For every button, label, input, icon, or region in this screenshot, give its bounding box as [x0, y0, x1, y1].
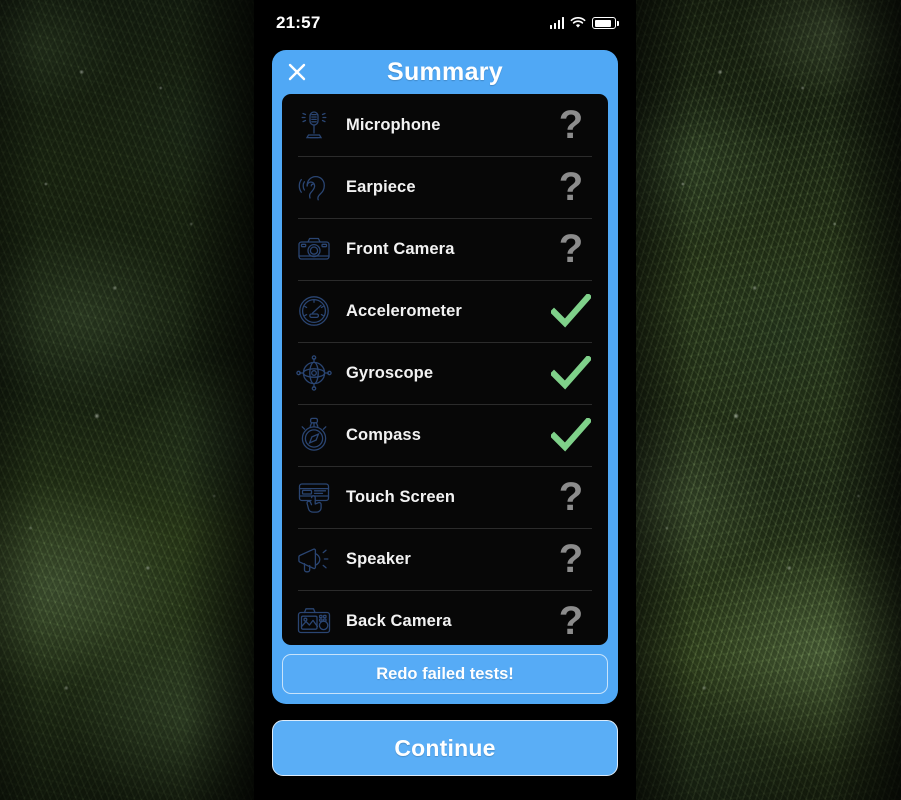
test-results-list[interactable]: Microphone ? Earpiece ? Front Camera ? A… — [282, 94, 608, 645]
continue-button[interactable]: Continue — [272, 720, 618, 776]
screenshot-stage: 21:57 Summary Microphone ? Earpiece ? Fr… — [0, 0, 901, 800]
close-icon[interactable] — [284, 59, 310, 85]
card-header: Summary — [272, 50, 618, 94]
status-unknown-icon: ? — [558, 227, 584, 271]
status-bar-clock: 21:57 — [276, 13, 321, 32]
background-photo-left — [0, 0, 255, 800]
compass-icon — [290, 412, 338, 458]
status-bar: 21:57 — [254, 0, 636, 46]
speedometer-icon — [290, 288, 338, 334]
status-badge: ? — [548, 167, 594, 207]
row-label: Back Camera — [346, 611, 452, 630]
row-label: Speaker — [346, 549, 411, 568]
gyroscope-icon — [290, 350, 338, 396]
status-badge — [548, 356, 594, 390]
back-camera-icon — [290, 598, 338, 644]
speaker-icon — [290, 536, 338, 582]
forest-vignette-left — [0, 0, 255, 800]
status-badge — [548, 418, 594, 452]
status-bar-icons — [549, 17, 619, 29]
table-row[interactable]: Touch Screen ? — [282, 466, 608, 528]
wifi-icon — [570, 17, 586, 28]
row-label: Accelerometer — [346, 301, 462, 320]
table-row[interactable]: Microphone ? — [282, 94, 608, 156]
table-row[interactable]: Earpiece ? — [282, 156, 608, 218]
touch-screen-icon — [290, 474, 338, 520]
battery-icon — [592, 17, 619, 29]
table-row[interactable]: Speaker ? — [282, 528, 608, 590]
row-label: Front Camera — [346, 239, 455, 258]
ear-icon — [290, 164, 338, 210]
forest-vignette-right — [635, 0, 901, 800]
page-title: Summary — [386, 57, 504, 86]
summary-card: Summary Microphone ? Earpiece ? Front Ca… — [272, 50, 618, 704]
microphone-icon — [290, 102, 338, 148]
background-photo-right — [635, 0, 901, 800]
row-label: Touch Screen — [346, 487, 456, 506]
row-label: Compass — [346, 425, 421, 444]
status-unknown-icon: ? — [558, 599, 584, 643]
table-row[interactable]: Back Camera ? — [282, 590, 608, 645]
phone-screen: 21:57 Summary Microphone ? Earpiece ? Fr… — [254, 0, 636, 800]
status-passed-icon — [551, 356, 591, 390]
table-row[interactable]: Compass — [282, 404, 608, 466]
status-badge: ? — [548, 539, 594, 579]
status-unknown-icon: ? — [558, 103, 584, 147]
status-badge: ? — [548, 477, 594, 517]
status-passed-icon — [551, 294, 591, 328]
status-badge: ? — [548, 105, 594, 145]
status-unknown-icon: ? — [558, 475, 584, 519]
camera-icon — [290, 226, 338, 272]
table-row[interactable]: Gyroscope — [282, 342, 608, 404]
row-label: Earpiece — [346, 177, 416, 196]
redo-failed-tests-button[interactable]: Redo failed tests! — [282, 654, 608, 694]
status-badge — [548, 294, 594, 328]
status-badge: ? — [548, 229, 594, 269]
status-unknown-icon: ? — [558, 165, 584, 209]
row-label: Gyroscope — [346, 363, 434, 382]
status-badge: ? — [548, 601, 594, 641]
cellular-signal-icon — [549, 17, 564, 29]
table-row[interactable]: Accelerometer — [282, 280, 608, 342]
row-label: Microphone — [346, 115, 441, 134]
table-row[interactable]: Front Camera ? — [282, 218, 608, 280]
status-unknown-icon: ? — [558, 537, 584, 581]
status-passed-icon — [551, 418, 591, 452]
